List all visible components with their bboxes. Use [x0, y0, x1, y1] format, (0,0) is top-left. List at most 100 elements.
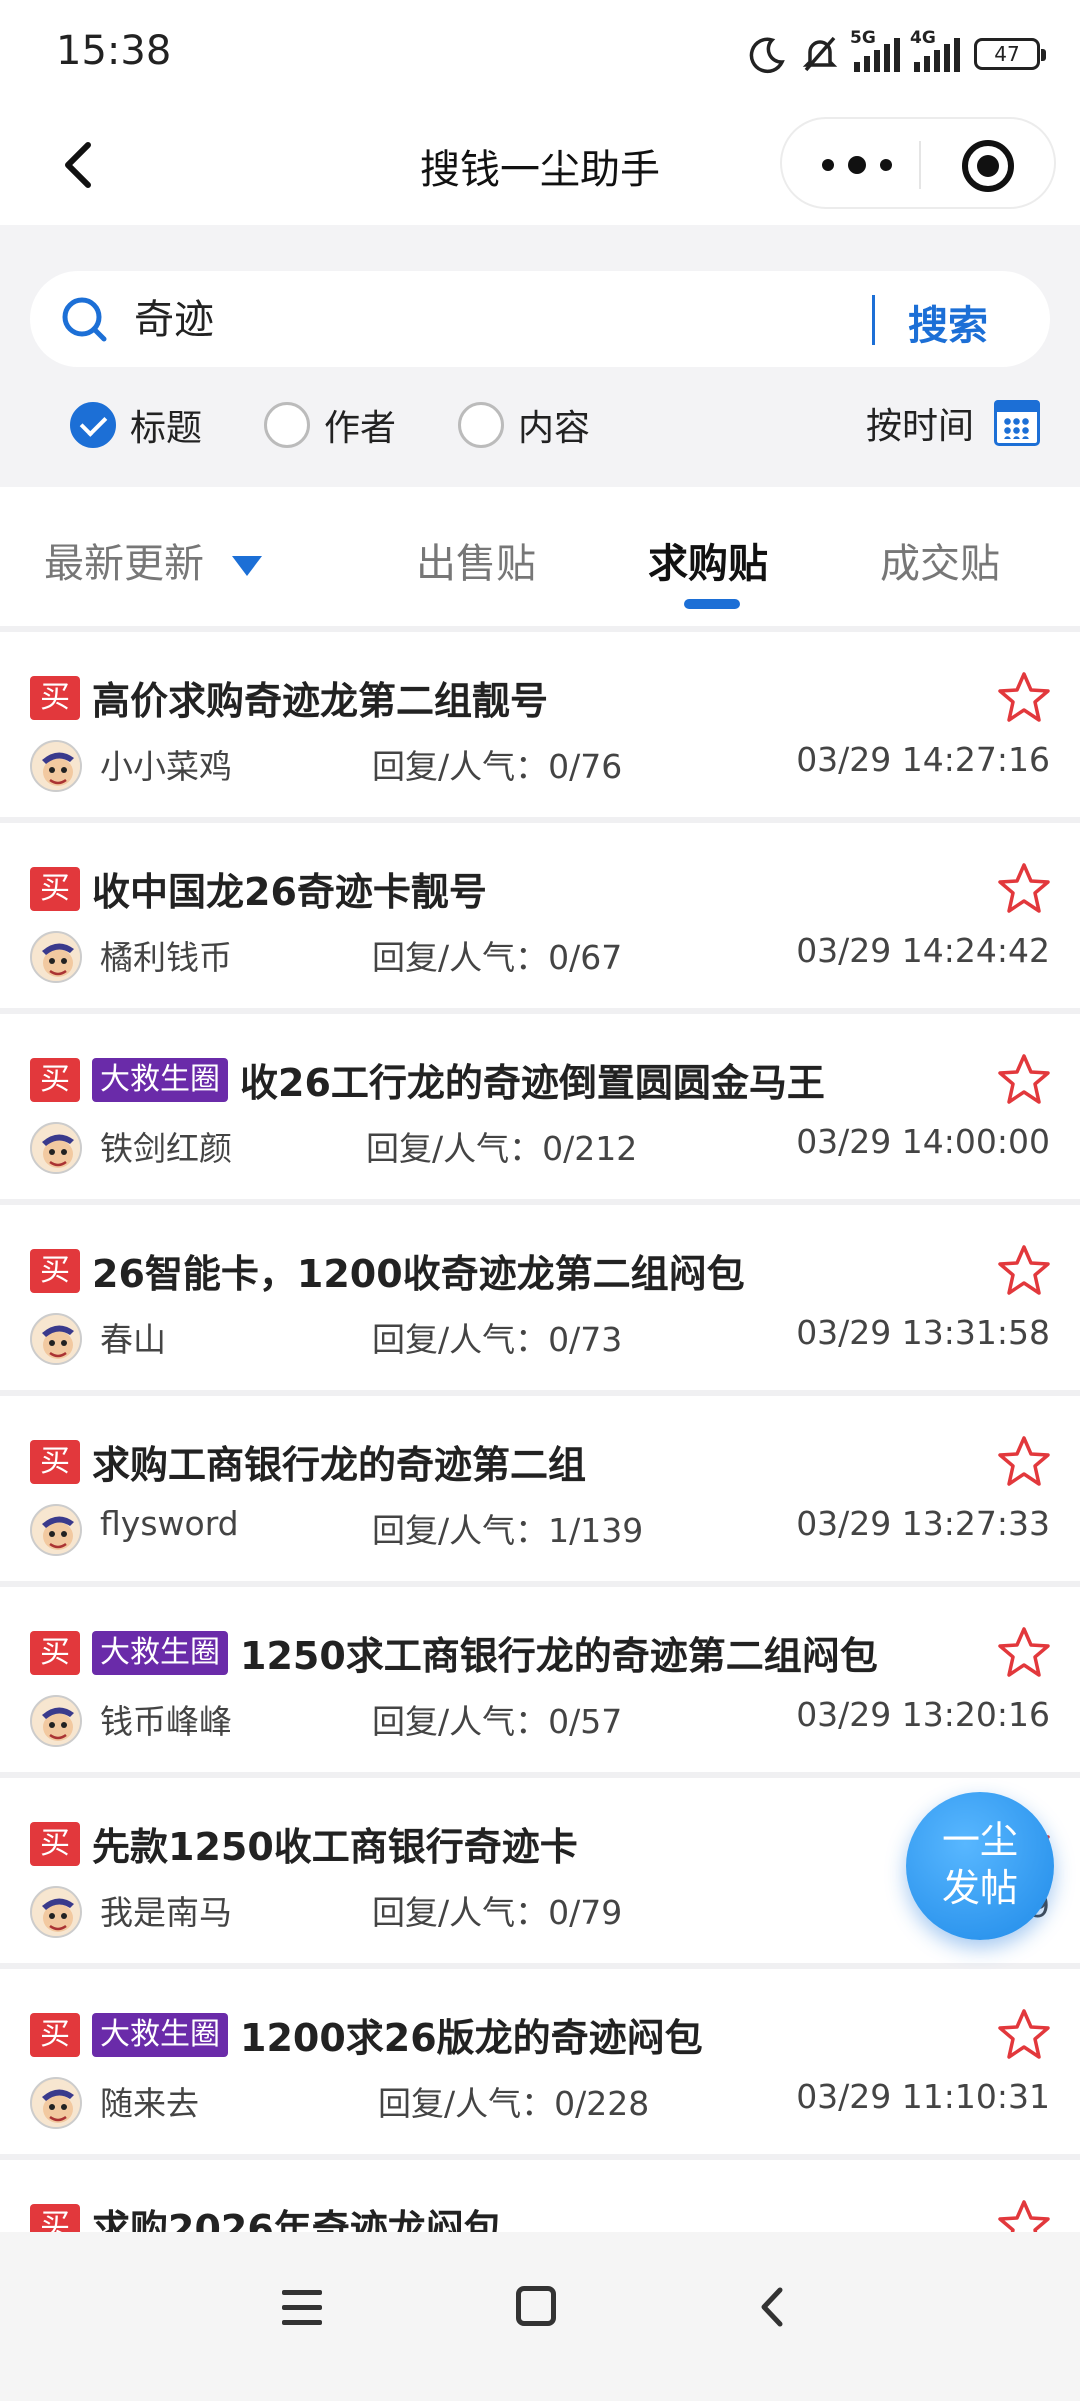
reply-popularity: 回复/人气：0/76	[372, 747, 623, 786]
dropdown-triangle-icon	[232, 556, 262, 576]
tab-latest[interactable]: 最新更新	[44, 531, 262, 589]
signal-5g-icon: 5G	[850, 28, 900, 72]
new-post-label-1: 一尘	[941, 1818, 1018, 1862]
calendar-icon	[994, 400, 1040, 446]
list-item[interactable]: 买高价求购奇迹龙第二组靓号 小小菜鸡 回复/人气：0/76 03/29 14:27:1…	[0, 632, 1080, 817]
post-date: 03/29 13:27:33	[796, 1504, 1050, 1543]
capsule-divider	[919, 141, 921, 189]
search-button[interactable]: 搜索	[908, 293, 988, 351]
filter-title-label: 标题	[130, 408, 203, 449]
tab-buy[interactable]: 求购贴	[648, 531, 768, 589]
post-title: 1200求26版龙的奇迹闷包	[240, 2016, 703, 2060]
favorite-star-icon[interactable]	[996, 861, 1052, 917]
post-date: 03/29 11:10:31	[796, 2077, 1050, 2116]
avatar	[30, 931, 82, 983]
post-date: 03/29 13:20:16	[796, 1695, 1050, 1734]
avatar	[30, 1122, 82, 1174]
moon-icon	[749, 37, 785, 74]
favorite-star-icon[interactable]	[996, 2198, 1052, 2232]
circle-tag: 大救生圈	[92, 2012, 228, 2057]
post-date: 03/29 14:24:42	[796, 931, 1050, 970]
more-options-icon[interactable]	[822, 147, 892, 183]
filter-author-label: 作者	[324, 408, 397, 449]
search-box: 搜索	[30, 271, 1050, 367]
buy-tag: 买	[30, 2204, 80, 2232]
buy-tag: 买	[30, 2013, 80, 2057]
favorite-star-icon[interactable]	[996, 1434, 1052, 1490]
post-title-line: 先款1250收工商银行奇迹卡	[92, 1816, 578, 1871]
bell-muted-icon	[802, 36, 838, 72]
tab-latest-label: 最新更新	[44, 541, 204, 587]
circle-tag: 大救生圈	[92, 1630, 228, 1675]
close-miniapp-icon[interactable]	[962, 140, 1014, 192]
network-5g-label: 5G	[850, 28, 876, 48]
post-title: 26智能卡，1200收奇迹龙第二组闷包	[92, 1252, 745, 1296]
list-item[interactable]: 买求购工商银行龙的奇迹第二组 flysword 回复/人气：1/139 03/29 1…	[0, 1396, 1080, 1581]
sort-by-time[interactable]: 按时间	[866, 397, 1040, 449]
tab-sell[interactable]: 出售贴	[416, 531, 536, 589]
circle-tag: 大救生圈	[92, 1057, 228, 1102]
author-name: flysword	[100, 1504, 239, 1543]
network-4g-label: 4G	[910, 28, 936, 48]
list-item[interactable]: 买大救生圈 收26工行龙的奇迹倒置圆圆金马王 铁剑红颜 回复/人气：0/212 03/2…	[0, 1014, 1080, 1199]
list-item[interactable]: 买大救生圈 1250求工商银行龙的奇迹第二组闷包 钱币峰峰 回复/人气：0/57 03/…	[0, 1587, 1080, 1772]
list-item[interactable]: 买收中国龙26奇迹卡靓号 橘利钱币 回复/人气：0/67 03/29 14:24:42	[0, 823, 1080, 1008]
filter-content-label: 内容	[518, 408, 591, 449]
search-divider	[872, 295, 875, 345]
battery-icon: 47	[974, 38, 1046, 70]
new-post-button[interactable]: 一尘 发帖	[906, 1792, 1054, 1940]
post-title: 收中国龙26奇迹卡靓号	[92, 870, 487, 914]
post-title-line: 收中国龙26奇迹卡靓号	[92, 861, 487, 916]
author-name: 我是南马	[100, 1893, 232, 1932]
post-title-line: 26智能卡，1200收奇迹龙第二组闷包	[92, 1243, 745, 1298]
list-item[interactable]: 买大救生圈 1200求26版龙的奇迹闷包 随来去 回复/人气：0/228 03/29 1…	[0, 1969, 1080, 2154]
filter-author[interactable]: 作者	[264, 399, 396, 451]
post-title-line: 大救生圈 收26工行龙的奇迹倒置圆圆金马王	[92, 1052, 825, 1107]
status-time: 15:38	[56, 28, 172, 74]
system-back-icon[interactable]	[748, 2282, 798, 2332]
post-title: 先款1250收工商银行奇迹卡	[92, 1825, 578, 1869]
buy-tag: 买	[30, 1440, 80, 1484]
category-tabs: 最新更新 出售贴 求购贴 成交贴	[0, 487, 1080, 632]
post-title: 高价求购奇迹龙第二组靓号	[92, 679, 549, 723]
buy-tag: 买	[30, 867, 80, 911]
avatar	[30, 1313, 82, 1365]
reply-popularity: 回复/人气：0/212	[366, 1129, 638, 1168]
filter-content[interactable]: 内容	[458, 399, 590, 451]
post-title-line: 求购工商银行龙的奇迹第二组	[92, 1434, 586, 1489]
favorite-star-icon[interactable]	[996, 1243, 1052, 1299]
status-bar: 15:38 5G 4G 47	[0, 0, 1080, 105]
favorite-star-icon[interactable]	[996, 1625, 1052, 1681]
recent-apps-icon[interactable]	[282, 2290, 322, 2326]
search-input[interactable]	[134, 293, 554, 339]
favorite-star-icon[interactable]	[996, 2007, 1052, 2063]
favorite-star-icon[interactable]	[996, 670, 1052, 726]
buy-tag: 买	[30, 676, 80, 720]
list-item[interactable]: 买 26智能卡，1200收奇迹龙第二组闷包 春山 回复/人气：0/73 03/29 13…	[0, 1205, 1080, 1390]
list-item[interactable]: 买求购2026年奇迹龙闷包	[0, 2160, 1080, 2232]
buy-tag: 买	[30, 1249, 80, 1293]
tab-deal[interactable]: 成交贴	[880, 531, 1000, 589]
post-title-line: 高价求购奇迹龙第二组靓号	[92, 670, 548, 725]
post-title: 收26工行龙的奇迹倒置圆圆金马王	[240, 1061, 825, 1105]
home-icon[interactable]	[516, 2286, 556, 2326]
buy-tag: 买	[30, 1058, 80, 1102]
reply-popularity: 回复/人气：0/73	[372, 1320, 623, 1359]
radio-unchecked-icon	[458, 402, 505, 448]
reply-popularity: 回复/人气：1/139	[372, 1511, 644, 1550]
reply-popularity: 回复/人气：0/228	[378, 2084, 650, 2123]
author-name: 春山	[100, 1320, 166, 1359]
reply-popularity: 回复/人气：0/79	[372, 1893, 623, 1932]
author-name: 小小菜鸡	[100, 747, 232, 786]
favorite-star-icon[interactable]	[996, 1052, 1052, 1108]
post-title: 求购工商银行龙的奇迹第二组	[92, 1443, 587, 1487]
filter-title[interactable]: 标题	[70, 399, 202, 451]
buy-tag: 买	[30, 1631, 80, 1675]
status-icons: 5G 4G 47	[746, 28, 1046, 78]
active-tab-indicator	[684, 599, 740, 609]
post-title: 1250求工商银行龙的奇迹第二组闷包	[240, 1634, 878, 1678]
post-title-line: 大救生圈 1250求工商银行龙的奇迹第二组闷包	[92, 1625, 878, 1680]
post-title: 求购2026年奇迹龙闷包	[92, 2207, 502, 2232]
avatar	[30, 1504, 82, 1556]
post-title-line: 大救生圈 1200求26版龙的奇迹闷包	[92, 2007, 703, 2062]
